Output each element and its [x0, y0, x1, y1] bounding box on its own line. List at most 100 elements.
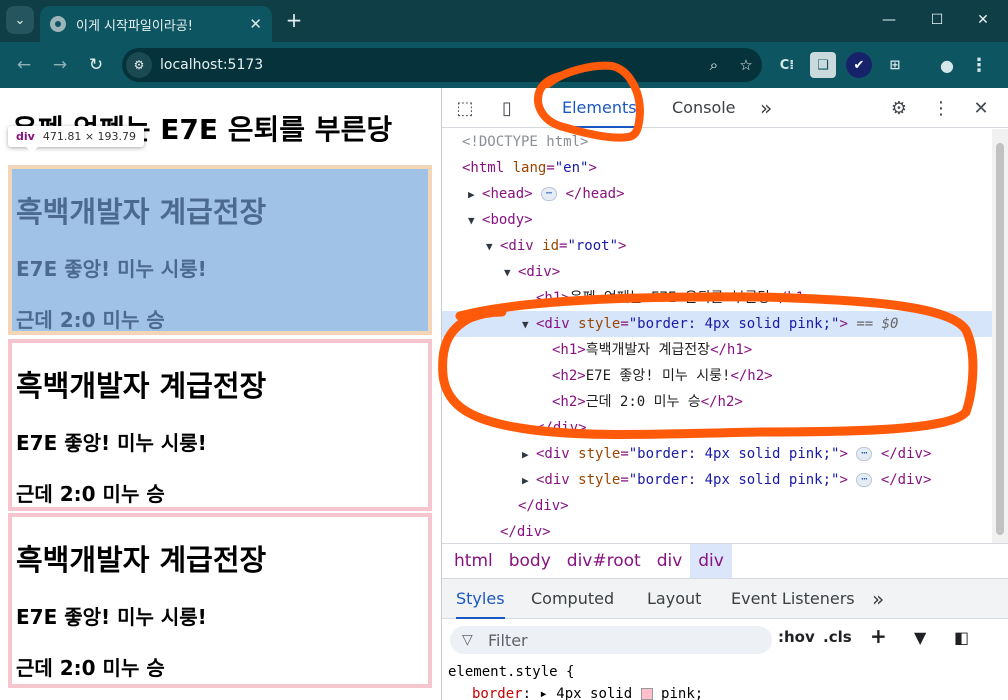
card-line: E7E 좋앙! 미누 시룽!: [16, 257, 207, 281]
zoom-icon[interactable]: ⌕: [698, 56, 730, 74]
attr-value: "border: 4px solid pink;": [628, 472, 840, 488]
dom-node-html[interactable]: <html lang="en">: [462, 155, 597, 181]
close-devtools-icon[interactable]: ✕: [968, 95, 994, 121]
globe-icon: [50, 16, 66, 32]
browser-toolbar: ← → ↻ ⚙ localhost:5173 ⌕ ☆ C⁞ ❑ ✔ ⊞ ● ⋮: [0, 42, 1008, 88]
tag-text: <html: [462, 160, 505, 176]
more-options-icon[interactable]: ⋮: [928, 95, 954, 121]
dom-node-close-div[interactable]: </div>: [518, 493, 569, 519]
collapsed-ellipsis[interactable]: ⋯: [541, 187, 558, 201]
breadcrumb-item[interactable]: html: [446, 544, 501, 578]
style-declaration[interactable]: border: ▸ 4px solid pink;: [472, 683, 703, 700]
dom-node-h1[interactable]: <h1>은폐 엄폐는 E7E 은퇴를 부른당</h1>: [536, 285, 813, 311]
style-prop: border: [472, 686, 523, 700]
minimize-button[interactable]: —: [866, 6, 912, 34]
breadcrumb-item-active[interactable]: div: [690, 544, 732, 578]
dom-node-child-h1[interactable]: <h1>흑백개발자 계급전장</h1>: [552, 337, 752, 363]
forward-button[interactable]: →: [46, 51, 74, 79]
dom-scrollbar[interactable]: [992, 129, 1008, 543]
filter-field[interactable]: ▽: [450, 626, 772, 654]
breadcrumb-item[interactable]: div: [649, 544, 691, 578]
color-swatch[interactable]: [640, 688, 653, 700]
extension-icon[interactable]: ✔: [846, 52, 872, 78]
url-text[interactable]: localhost:5173: [160, 57, 698, 73]
browser-tab[interactable]: 이게 시작파일이라공! ✕: [40, 6, 272, 42]
reload-icon: ↻: [88, 55, 104, 75]
new-rule-icon[interactable]: +: [870, 624, 887, 648]
scrollbar-thumb[interactable]: [996, 143, 1004, 535]
address-bar[interactable]: ⚙ localhost:5173 ⌕ ☆: [122, 48, 762, 82]
dom-node-head[interactable]: ▶ <head> ⋯ </head>: [468, 181, 625, 207]
collapse-triangle-icon[interactable]: ▼: [522, 312, 536, 338]
collapsed-ellipsis[interactable]: ⋯: [856, 447, 873, 461]
tab-computed[interactable]: Computed: [531, 579, 614, 619]
inspect-element-icon[interactable]: ⬚: [452, 95, 478, 121]
more-subtabs-icon[interactable]: »: [872, 579, 884, 619]
breadcrumb-item[interactable]: body: [501, 544, 559, 578]
tab-search-button[interactable]: ⌄: [6, 6, 34, 34]
toggle-sidebar-icon[interactable]: ◧: [954, 628, 969, 647]
hov-button[interactable]: :hov: [778, 628, 815, 646]
reload-button[interactable]: ↻: [82, 51, 110, 79]
collapsed-ellipsis[interactable]: ⋯: [856, 473, 873, 487]
tag-text: head: [490, 186, 525, 202]
profile-icon[interactable]: ●: [934, 52, 960, 78]
breadcrumb-item[interactable]: div#root: [559, 544, 649, 578]
attr-value: "border: 4px solid pink;": [628, 316, 840, 332]
dom-node-root[interactable]: ▼ <div id="root">: [486, 233, 626, 259]
card-title: 흑백개발자 계급전장: [16, 543, 267, 577]
card: 흑백개발자 계급전장 E7E 좋앙! 미누 시룽! 근데 2:0 미누 승: [8, 339, 432, 511]
filter-input[interactable]: [488, 630, 748, 650]
dom-node-close-div[interactable]: </div>: [500, 519, 551, 543]
dom-node-div[interactable]: ▼ <div>: [504, 259, 560, 285]
card: 흑백개발자 계급전장 E7E 좋앙! 미누 시룽! 근데 2:0 미누 승: [8, 513, 432, 688]
card-title: 흑백개발자 계급전장: [16, 369, 267, 403]
new-tab-button[interactable]: +: [282, 8, 306, 32]
collapse-triangle-icon[interactable]: ▼: [486, 234, 500, 260]
expand-triangle-icon[interactable]: ▶: [522, 442, 536, 468]
tag-text: body: [490, 212, 525, 228]
back-button[interactable]: ←: [10, 51, 38, 79]
dom-node-child-h2[interactable]: <h2>E7E 좋앙! 미누 시룽!</h2>: [552, 363, 773, 389]
dom-node-close-div[interactable]: </div>: [536, 415, 587, 441]
close-tab-icon[interactable]: ✕: [249, 15, 262, 33]
card-title: 흑백개발자 계급전장: [16, 195, 267, 229]
extension-icon[interactable]: ❑: [810, 52, 836, 78]
expand-triangle-icon[interactable]: ▶: [468, 182, 482, 208]
settings-gear-icon[interactable]: ⚙: [886, 95, 912, 121]
expand-triangle-icon[interactable]: ▶: [522, 468, 536, 494]
paint-brush-icon[interactable]: ▼: [914, 628, 926, 647]
card-line: 근데 2:0 미누 승: [16, 482, 165, 506]
more-tabs-icon[interactable]: »: [760, 88, 772, 128]
styles-filter-bar: ▽ :hov .cls + ▼ ◧: [442, 619, 1008, 661]
collapse-triangle-icon[interactable]: ▼: [504, 260, 518, 286]
dom-node-div-collapsed[interactable]: ▶ <div style="border: 4px solid pink;"> ⋯…: [522, 441, 931, 467]
tab-event-listeners[interactable]: Event Listeners: [731, 579, 855, 619]
dom-node-child-h2[interactable]: <h2>근데 2:0 미누 승</h2>: [552, 389, 743, 415]
tab-styles[interactable]: Styles: [456, 579, 505, 619]
filter-icon: ▽: [462, 632, 473, 648]
node-text: 근데 2:0 미누 승: [585, 394, 701, 410]
device-toolbar-icon[interactable]: ▯: [494, 95, 520, 121]
dom-node-div-collapsed[interactable]: ▶ <div style="border: 4px solid pink;"> ⋯…: [522, 467, 931, 493]
tab-strip: ⌄ 이게 시작파일이라공! ✕ + — ☐ ✕: [0, 0, 1008, 42]
style-selector[interactable]: element.style {: [448, 661, 574, 683]
extension-icon[interactable]: C⁞: [774, 52, 800, 78]
dom-node-selected[interactable]: ▼ <div style="border: 4px solid pink;"> =…: [442, 311, 992, 337]
extensions-puzzle-icon[interactable]: ⊞: [882, 52, 908, 78]
collapse-triangle-icon[interactable]: ▼: [468, 208, 482, 234]
doctype-text: <!DOCTYPE html>: [462, 134, 589, 150]
attr-value: "root": [567, 238, 619, 254]
tab-console[interactable]: Console: [672, 88, 736, 128]
dom-node-body[interactable]: ▼ <body>: [468, 207, 533, 233]
close-window-button[interactable]: ✕: [960, 6, 1006, 34]
dom-doctype[interactable]: <!DOCTYPE html>: [462, 129, 588, 155]
menu-kebab-icon[interactable]: ⋮: [966, 52, 992, 78]
cls-button[interactable]: .cls: [823, 628, 852, 646]
site-info-icon[interactable]: ⚙: [126, 52, 152, 78]
tab-elements[interactable]: Elements: [562, 88, 637, 128]
maximize-button[interactable]: ☐: [914, 6, 960, 34]
bookmark-star-icon[interactable]: ☆: [730, 56, 762, 74]
tab-title: 이게 시작파일이라공!: [76, 18, 193, 34]
tab-layout[interactable]: Layout: [647, 579, 701, 619]
